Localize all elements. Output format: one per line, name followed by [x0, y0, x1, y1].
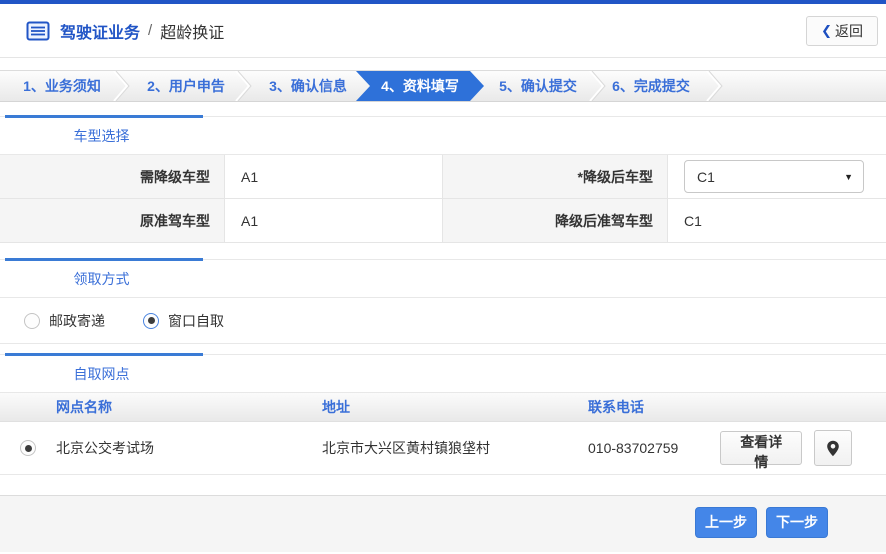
pickup-table-row: 北京公交考试场 北京市大兴区黄村镇狼垡村 010-83702759 查看详情 [0, 422, 886, 475]
field-value-original-type: A1 [225, 199, 443, 243]
section-header: 领取方式 [0, 260, 886, 298]
section-header: 自取网点 [0, 355, 886, 393]
downgrade-type-selected-value: C1 [697, 169, 715, 185]
previous-step-button[interactable]: 上一步 [695, 507, 757, 538]
column-header-phone: 联系电话 [588, 397, 720, 417]
select-caret-icon: ▼ [844, 172, 853, 182]
map-pin-icon [826, 440, 840, 457]
section-accent-line [5, 258, 203, 261]
chevron-left-icon: ❮ [821, 23, 832, 39]
breadcrumb-current: 超龄换证 [160, 19, 224, 43]
downgrade-type-select[interactable]: C1 ▼ [684, 160, 864, 193]
pickup-table-header: 网点名称 地址 联系电话 [0, 393, 886, 422]
row-radio-selected-icon[interactable] [20, 440, 36, 456]
radio-unselected-icon [24, 313, 40, 329]
radio-label-window: 窗口自取 [168, 311, 224, 331]
row-site-name: 北京公交考试场 [56, 438, 322, 458]
radio-option-window-pickup[interactable]: 窗口自取 [143, 311, 224, 331]
section-vehicle-type: 车型选择 需降级车型 A1 *降级后车型 C1 ▼ 原准驾车型 A1 降级后准驾… [0, 116, 886, 243]
section-accent-line [5, 115, 203, 118]
step-6-complete-submit[interactable]: 6、完成提交 [598, 71, 704, 101]
row-radio-cell [0, 440, 56, 456]
footer-action-bar: 上一步 下一步 [0, 495, 886, 552]
radio-option-postal-delivery[interactable]: 邮政寄递 [24, 311, 105, 331]
vehicle-form: 需降级车型 A1 *降级后车型 C1 ▼ 原准驾车型 A1 降级后准驾车型 C1 [0, 155, 886, 243]
view-details-button[interactable]: 查看详情 [720, 431, 802, 465]
section-delivery-method: 领取方式 邮政寄递 窗口自取 [0, 259, 886, 344]
back-button[interactable]: ❮ 返回 [806, 16, 878, 46]
column-header-address: 地址 [322, 397, 588, 417]
field-value-permitted-after: C1 [668, 199, 886, 243]
step-2-user-declaration[interactable]: 2、用户申告 [128, 71, 244, 101]
page-header: 驾驶证业务 / 超龄换证 ❮ 返回 [0, 4, 886, 58]
delivery-options: 邮政寄递 窗口自取 [0, 298, 886, 344]
field-value-downgrade-needed: A1 [225, 155, 443, 199]
field-label-downgrade-to: *降级后车型 [443, 155, 668, 199]
license-card-icon [26, 21, 50, 41]
step-3-confirm-info[interactable]: 3、确认信息 [250, 71, 366, 101]
map-location-button[interactable] [814, 430, 852, 466]
radio-label-postal: 邮政寄递 [49, 311, 105, 331]
step-1-business-notice[interactable]: 1、业务须知 [4, 71, 120, 101]
next-step-button[interactable]: 下一步 [766, 507, 828, 538]
field-label-downgrade-needed: 需降级车型 [0, 155, 225, 199]
row-site-phone: 010-83702759 [588, 440, 720, 456]
step-4-fill-data-active[interactable]: 4、资料填写 [356, 71, 484, 101]
pickup-section-title: 自取网点 [0, 355, 203, 392]
step-separator-icon [705, 71, 723, 101]
back-button-label: 返回 [835, 21, 863, 41]
column-header-name: 网点名称 [56, 397, 322, 417]
field-label-permitted-after: 降级后准驾车型 [443, 199, 668, 243]
row-actions: 查看详情 [720, 430, 886, 466]
row-site-address: 北京市大兴区黄村镇狼垡村 [322, 438, 588, 458]
step-progress-bar: 1、业务须知 2、用户申告 3、确认信息 4、资料填写 5、确认提交 6、完成提… [0, 70, 886, 102]
radio-selected-icon [143, 313, 159, 329]
section-accent-line [5, 353, 203, 356]
step-5-confirm-submit[interactable]: 5、确认提交 [485, 71, 591, 101]
vehicle-section-title: 车型选择 [0, 117, 203, 154]
page-title: 驾驶证业务 [60, 19, 140, 43]
section-pickup-locations: 自取网点 网点名称 地址 联系电话 北京公交考试场 北京市大兴区黄村镇狼垡村 0… [0, 354, 886, 475]
section-header: 车型选择 [0, 117, 886, 155]
field-cell-downgrade-to: C1 ▼ [668, 155, 886, 199]
delivery-section-title: 领取方式 [0, 260, 203, 297]
breadcrumb-separator: / [148, 22, 152, 39]
field-label-original-type: 原准驾车型 [0, 199, 225, 243]
